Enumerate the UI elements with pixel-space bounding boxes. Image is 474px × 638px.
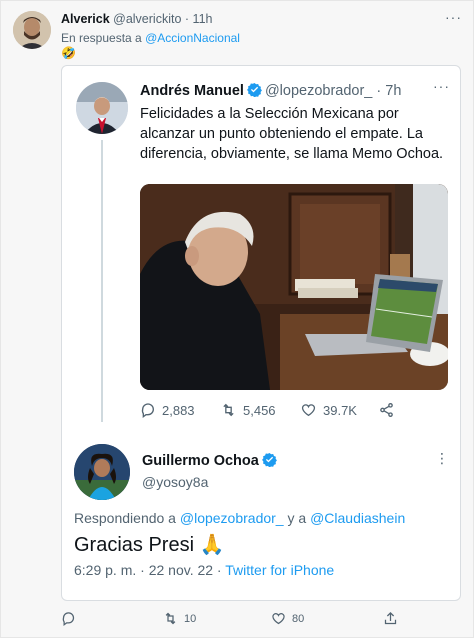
reply-button[interactable] (61, 611, 82, 626)
share-icon (380, 403, 393, 417)
more-dots-icon[interactable]: ··· (445, 9, 462, 25)
tweet-photo (140, 184, 448, 390)
reply-count: 2,883 (162, 402, 195, 418)
avatar[interactable] (13, 11, 51, 49)
tweet-container: Alverick @alverickito · 11h ··· En respu… (0, 0, 474, 638)
replying-to-label: En respuesta a (61, 31, 142, 45)
author-name-text: Guillermo Ochoa (142, 453, 259, 469)
retweet-button[interactable]: 10 (163, 611, 196, 626)
tweet-source: Twitter for iPhone (225, 562, 335, 578)
quoted-tweet-actions: 2,883 5,456 39.7K (140, 402, 410, 420)
author-handle: @yosoy8a (142, 474, 209, 490)
more-dots-icon: ··· (433, 78, 450, 94)
like-count: 80 (292, 612, 305, 625)
attached-image[interactable]: Andrés Manuel @lopezobrador_ · 7h ··· Fel… (61, 65, 461, 601)
like-count: 39.7K (323, 402, 357, 418)
author-name[interactable]: Alverick (61, 12, 110, 26)
quoted-tweet-header: Andrés Manuel @lopezobrador_ · 7h (140, 82, 401, 99)
reply-tweet-actions: 10 80 (61, 611, 461, 629)
separator: · (376, 83, 382, 99)
reply-action: 2,883 (140, 402, 195, 418)
timestamp[interactable]: 11h (193, 12, 213, 26)
like-action: 39.7K (300, 402, 357, 418)
replying-to-label: Respondiendo a (74, 510, 176, 526)
author-name: Andrés Manuel (140, 83, 244, 99)
share-icon (384, 611, 397, 625)
avatar (76, 82, 128, 134)
avatar (74, 444, 130, 500)
verified-badge-icon (247, 82, 262, 97)
share-button[interactable] (383, 611, 398, 626)
heart-icon (272, 613, 285, 625)
replying-to: En respuesta a @AccionNacional (61, 31, 240, 45)
timestamp: 7h (385, 83, 402, 99)
retweet-count: 10 (184, 612, 197, 625)
replying-to-mention[interactable]: @AccionNacional (145, 31, 240, 45)
reply-tweet-header: Alverick @alverickito · 11h (61, 12, 212, 26)
thread-connector-line (101, 140, 103, 422)
replying-to-mention: @lopezobrador_ (179, 510, 284, 526)
more-dots-icon: ⋮ (435, 450, 450, 466)
reply-icon (62, 612, 75, 626)
replying-to-mention: @Claudiashein (310, 510, 406, 526)
reply-icon (141, 403, 154, 418)
heart-icon (301, 404, 316, 417)
share-action (378, 402, 395, 418)
tweet-meta: 6:29 p. m. · 22 nov. 22 · Twitter for iP… (74, 562, 334, 578)
reply-tweet-text: Gracias Presi 🙏 (74, 532, 225, 557)
author-name: Guillermo Ochoa (142, 452, 280, 469)
author-handle[interactable]: @alverickito (113, 12, 181, 26)
separator: · (184, 12, 190, 26)
retweet-action: 5,456 (220, 402, 276, 418)
replying-to: Respondiendo a @lopezobrador_ y a @Claud… (74, 510, 405, 526)
praying-hands-emoji: 🙏 (199, 534, 225, 556)
retweet-icon (223, 403, 234, 417)
author-handle: @lopezobrador_ (264, 83, 373, 99)
tweet-timestamp: 6:29 p. m. · 22 nov. 22 · (74, 562, 222, 578)
retweet-icon (165, 612, 176, 625)
tweet-text: 🤣 (61, 46, 76, 60)
quoted-tweet-text: Felicidades a la Selección Mexicana por … (140, 106, 444, 162)
retweet-count: 5,456 (243, 402, 276, 418)
replying-to-join: y a (287, 510, 307, 526)
reply-text: Gracias Presi (74, 534, 195, 556)
like-button[interactable]: 80 (271, 611, 304, 626)
verified-badge-icon (261, 452, 277, 467)
